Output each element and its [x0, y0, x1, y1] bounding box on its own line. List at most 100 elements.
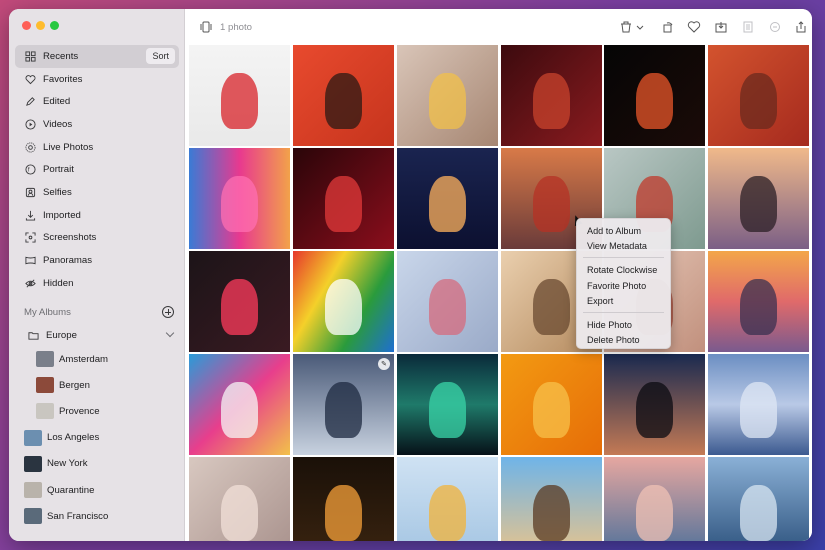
- photo-thumbnail[interactable]: [604, 45, 705, 146]
- photo-thumbnail[interactable]: [397, 457, 498, 541]
- menu-item-rotate-clockwise[interactable]: Rotate Clockwise: [577, 262, 670, 278]
- album-label: San Francisco: [47, 510, 109, 522]
- album-san-francisco[interactable]: San Francisco: [15, 503, 179, 529]
- photo-thumbnail[interactable]: [189, 354, 290, 455]
- menu-item-export[interactable]: Export: [577, 293, 670, 309]
- photo-subject: [636, 382, 673, 438]
- sidebar-item-panoramas[interactable]: Panoramas: [15, 249, 179, 272]
- photo-thumbnail[interactable]: [293, 148, 394, 249]
- menu-separator: [583, 257, 664, 259]
- album-thumbnail: [24, 508, 42, 525]
- photo-thumbnail[interactable]: [189, 251, 290, 352]
- menu-item-add-to-album[interactable]: Add to Album: [577, 223, 670, 239]
- album-new-york[interactable]: New York: [15, 451, 179, 477]
- photo-thumbnail[interactable]: [708, 251, 809, 352]
- photo-thumbnail[interactable]: [501, 45, 602, 146]
- folder-icon: [27, 329, 39, 341]
- album-bergen[interactable]: Bergen: [15, 372, 179, 398]
- my-albums-header: My Albums: [24, 304, 174, 320]
- add-to-album-icon[interactable]: [713, 19, 729, 35]
- sidebar-item-label: Live Photos: [43, 141, 94, 153]
- sidebar-item-hidden[interactable]: Hidden: [15, 272, 179, 295]
- photo-thumbnail[interactable]: [604, 457, 705, 541]
- photo-subject: [740, 485, 777, 541]
- photo-thumbnail[interactable]: [708, 354, 809, 455]
- photo-thumbnail[interactable]: [397, 148, 498, 249]
- heart-icon[interactable]: [686, 19, 702, 35]
- menu-item-hide-photo[interactable]: Hide Photo: [577, 317, 670, 333]
- sidebar-item-screenshots[interactable]: Screenshots: [15, 227, 179, 250]
- photo-subject: [740, 73, 777, 129]
- photo-grid: ✎: [189, 45, 812, 541]
- album-list: Europe Amsterdam Bergen Provence Los Angel…: [15, 324, 179, 529]
- photo-thumbnail[interactable]: [189, 457, 290, 541]
- revert-icon[interactable]: [767, 19, 783, 35]
- menu-item-view-metadata[interactable]: View Metadata: [577, 239, 670, 255]
- photo-thumbnail[interactable]: ✎: [293, 354, 394, 455]
- photo-thumbnail[interactable]: [293, 457, 394, 541]
- photo-subject: [221, 382, 258, 438]
- album-label: Bergen: [59, 379, 90, 391]
- sidebar-item-label: Videos: [43, 118, 73, 130]
- sidebar-item-imported[interactable]: Imported: [15, 204, 179, 227]
- photo-subject: [221, 73, 258, 129]
- photo-thumbnail[interactable]: [708, 45, 809, 146]
- photo-subject: [325, 485, 362, 541]
- library-nav: Recents Sort Favorites Edited Videos Live Pho…: [15, 45, 179, 295]
- album-los-angeles[interactable]: Los Angeles: [15, 425, 179, 451]
- folder-europe[interactable]: Europe: [15, 324, 179, 346]
- photo-thumbnail[interactable]: [501, 457, 602, 541]
- photo-subject: [221, 279, 258, 335]
- photo-thumbnail[interactable]: [293, 45, 394, 146]
- album-label: Provence: [59, 405, 100, 417]
- chevron-down-icon[interactable]: [165, 328, 175, 338]
- sidebar-item-recents[interactable]: Recents Sort: [15, 45, 179, 68]
- rotate-icon[interactable]: [660, 19, 676, 35]
- sort-button[interactable]: Sort: [146, 48, 175, 64]
- menu-item-delete-photo[interactable]: Delete Photo: [577, 333, 670, 349]
- photo-thumbnail[interactable]: [708, 457, 809, 541]
- menu-item-favorite-photo[interactable]: Favorite Photo: [577, 278, 670, 294]
- photo-thumbnail[interactable]: [397, 354, 498, 455]
- sidebar-item-live-photos[interactable]: Live Photos: [15, 136, 179, 159]
- photo-subject: [221, 176, 258, 232]
- add-album-icon[interactable]: [162, 306, 174, 318]
- chevron-down-icon[interactable]: [635, 19, 645, 35]
- photo-thumbnail[interactable]: [501, 354, 602, 455]
- photo-thumbnail[interactable]: [708, 148, 809, 249]
- photo-thumbnail[interactable]: [189, 148, 290, 249]
- photo-subject: [740, 279, 777, 335]
- sidebar-item-edited[interactable]: Edited: [15, 90, 179, 113]
- photo-library: 1 photo ✎: [186, 9, 812, 541]
- folder-label: Europe: [46, 329, 77, 341]
- close-window-icon[interactable]: [22, 21, 31, 30]
- album-quarantine[interactable]: Quarantine: [15, 477, 179, 503]
- sidebar-item-selfies[interactable]: Selfies: [15, 181, 179, 204]
- import-icon: [24, 209, 36, 221]
- photo-count: 1 photo: [220, 22, 253, 33]
- sidebar-item-videos[interactable]: Videos: [15, 113, 179, 136]
- photo-subject: [533, 485, 570, 541]
- menu-separator: [583, 311, 664, 313]
- trash-icon[interactable]: [618, 19, 634, 35]
- zoom-window-icon[interactable]: [50, 21, 59, 30]
- slideshow-icon[interactable]: [198, 19, 214, 35]
- sidebar-item-favorites[interactable]: Favorites: [15, 68, 179, 91]
- minimize-window-icon[interactable]: [36, 21, 45, 30]
- edited-badge-icon: ✎: [378, 358, 390, 370]
- album-provence[interactable]: Provence: [15, 398, 179, 424]
- photo-subject: [325, 382, 362, 438]
- panorama-icon: [24, 255, 36, 267]
- share-icon[interactable]: [793, 19, 809, 35]
- sidebar-item-portrait[interactable]: f Portrait: [15, 158, 179, 181]
- album-amsterdam[interactable]: Amsterdam: [15, 346, 179, 372]
- photo-thumbnail[interactable]: [189, 45, 290, 146]
- photo-thumbnail[interactable]: [397, 45, 498, 146]
- album-thumbnail: [36, 403, 54, 420]
- photo-thumbnail[interactable]: [293, 251, 394, 352]
- eye-slash-icon: [24, 277, 36, 289]
- photo-thumbnail[interactable]: [604, 354, 705, 455]
- photo-subject: [533, 73, 570, 129]
- info-icon[interactable]: [740, 19, 756, 35]
- photo-thumbnail[interactable]: [397, 251, 498, 352]
